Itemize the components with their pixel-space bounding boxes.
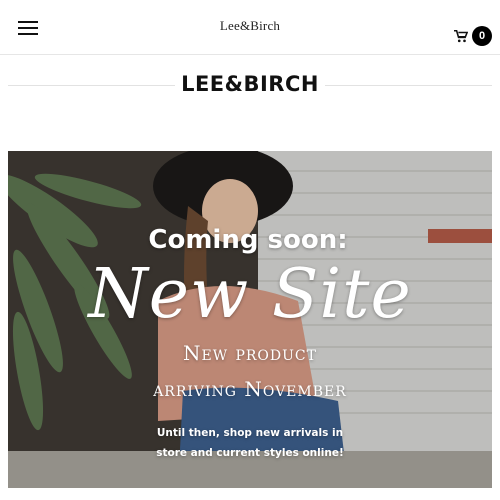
hero-line-arriving: arriving November <box>153 377 347 401</box>
page-title: LEE&BIRCH <box>175 72 325 96</box>
hero-line-new-product: New product <box>183 341 317 365</box>
hero-line-new-site: New Site <box>88 255 412 334</box>
hero-line-coming-soon: Coming soon: <box>148 225 348 255</box>
cart-count-badge: 0 <box>472 26 492 46</box>
hero-note-line-2: store and current styles online! <box>156 447 344 459</box>
cart-button[interactable]: 0 <box>454 25 492 47</box>
hero-banner[interactable]: Coming soon: New Site New product arrivi… <box>8 151 492 488</box>
hero-line-shop-note: Until then, shop new arrivals in store a… <box>100 423 400 463</box>
header-logo[interactable]: Lee&Birch <box>0 18 500 34</box>
hero-note-line-1: Until then, shop new arrivals in <box>156 427 344 439</box>
shopping-cart-icon <box>454 29 468 43</box>
brand-title-row: LEE&BIRCH <box>8 70 492 102</box>
site-header: Lee&Birch 0 <box>0 0 500 55</box>
